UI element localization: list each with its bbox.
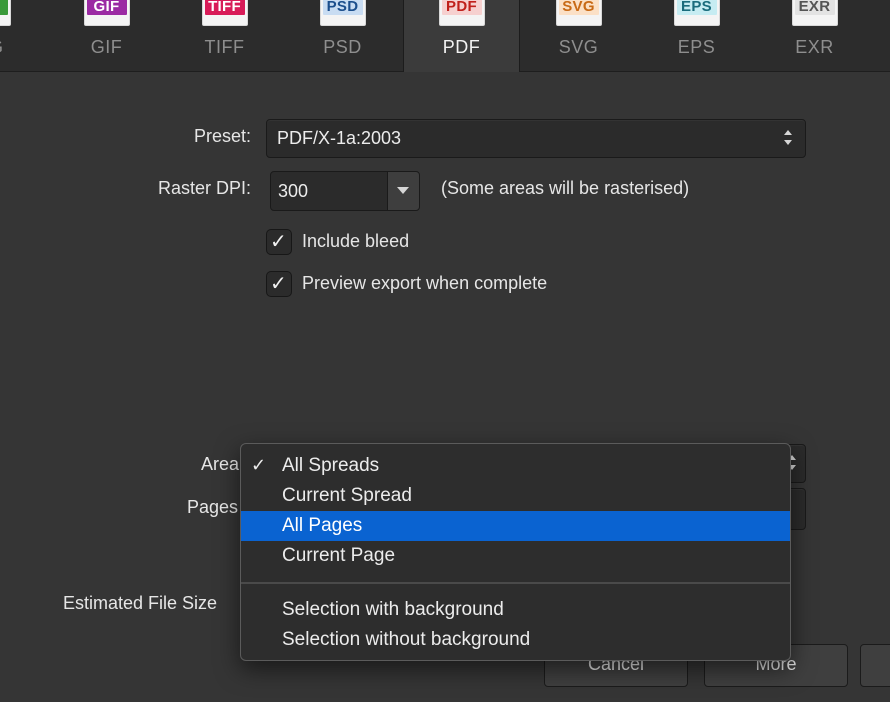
psd-file-icon: PSD	[319, 0, 366, 26]
raster-dpi-note: (Some areas will be rasterised)	[441, 178, 690, 198]
tab-label: TIFF	[204, 37, 245, 57]
exr-file-icon: EXR	[791, 0, 838, 26]
raster-dpi-input[interactable]: 300	[270, 171, 388, 211]
tab-label: SVG	[558, 37, 599, 57]
raster-dpi-value: 300	[278, 181, 309, 201]
menu-item-label: Current Page	[282, 545, 396, 566]
menu-item-current-page[interactable]: Current Page	[241, 541, 790, 571]
psd-badge-text: PSD	[322, 0, 363, 15]
include-bleed-label[interactable]: Include bleed	[302, 231, 409, 252]
include-bleed-checkbox[interactable]: ✓	[266, 229, 292, 255]
menu-item-label: Current Spread	[282, 485, 412, 506]
tab-psd[interactable]: PSD PSD	[284, 0, 401, 71]
estimated-file-size-label: Estimated File Size	[63, 593, 218, 613]
preset-popup[interactable]: PDF/X-1a:2003	[266, 119, 806, 158]
tab-gif[interactable]: GIF GIF	[48, 0, 165, 71]
tiff-badge-text: TIFF	[204, 0, 245, 15]
area-label: Area	[201, 454, 240, 474]
tab-svg[interactable]: SVG SVG	[520, 0, 637, 71]
eps-file-icon: EPS	[673, 0, 720, 26]
svg-badge-text: SVG	[558, 0, 599, 15]
raster-dpi-dropdown-button[interactable]	[387, 171, 420, 211]
menu-item-current-spread[interactable]: Current Spread	[241, 481, 790, 511]
png-file-icon: G	[0, 0, 11, 26]
preview-export-checkbox[interactable]: ✓	[266, 271, 292, 297]
tab-label: G	[0, 37, 46, 58]
raster-dpi-label: Raster DPI:	[157, 178, 251, 198]
tab-eps[interactable]: EPS EPS	[638, 0, 755, 71]
gif-file-icon: GIF	[83, 0, 130, 26]
menu-item-all-spreads[interactable]: ✓ All Spreads	[241, 451, 790, 481]
up-down-arrows-icon	[784, 128, 794, 150]
menu-item-label: Selection with background	[282, 599, 504, 620]
pages-label: Pages	[187, 497, 239, 517]
menu-item-selection-with-background[interactable]: Selection with background	[241, 595, 790, 625]
export-dialog: G G GIF GIF TIFF TIFF PSD PSD PDF PDF SV…	[0, 0, 890, 702]
menu-item-label: All Spreads	[282, 455, 380, 476]
tab-pdf[interactable]: PDF PDF	[403, 0, 520, 72]
menu-separator	[241, 582, 790, 584]
menu-item-label: All Pages	[282, 515, 363, 536]
tiff-file-icon: TIFF	[201, 0, 248, 26]
png-badge-text: G	[0, 0, 8, 15]
preset-value: PDF/X-1a:2003	[277, 128, 402, 148]
checkmark-icon: ✓	[251, 455, 267, 475]
gif-badge-text: GIF	[86, 0, 127, 15]
pdf-file-icon: PDF	[438, 0, 485, 26]
tab-tiff[interactable]: TIFF TIFF	[166, 0, 283, 71]
checkmark-icon: ✓	[270, 273, 287, 295]
tab-label: PSD	[323, 37, 362, 57]
pdf-badge-text: PDF	[441, 0, 482, 15]
checkmark-icon: ✓	[270, 231, 287, 253]
tab-label: EPS	[677, 37, 716, 57]
tab-label: GIF	[90, 37, 123, 57]
tab-label: PDF	[442, 37, 481, 57]
area-dropdown-menu: ✓ All Spreads Current Spread All Pages C…	[240, 443, 791, 661]
menu-item-label: Selection without background	[282, 629, 531, 650]
exr-badge-text: EXR	[794, 0, 835, 15]
chevron-down-icon	[397, 187, 409, 194]
format-tab-bar: G G GIF GIF TIFF TIFF PSD PSD PDF PDF SV…	[0, 0, 890, 72]
eps-badge-text: EPS	[676, 0, 717, 15]
tab-exr[interactable]: EXR EXR	[756, 0, 873, 71]
preview-export-label[interactable]: Preview export when complete	[302, 273, 547, 294]
menu-item-selection-without-background[interactable]: Selection without background	[241, 625, 790, 655]
tab-png[interactable]: G G	[0, 0, 46, 71]
export-button[interactable]	[860, 644, 890, 687]
menu-item-all-pages[interactable]: All Pages	[241, 511, 790, 541]
preset-label: Preset:	[193, 126, 251, 146]
tab-label: EXR	[795, 37, 834, 57]
svg-file-icon: SVG	[555, 0, 602, 26]
